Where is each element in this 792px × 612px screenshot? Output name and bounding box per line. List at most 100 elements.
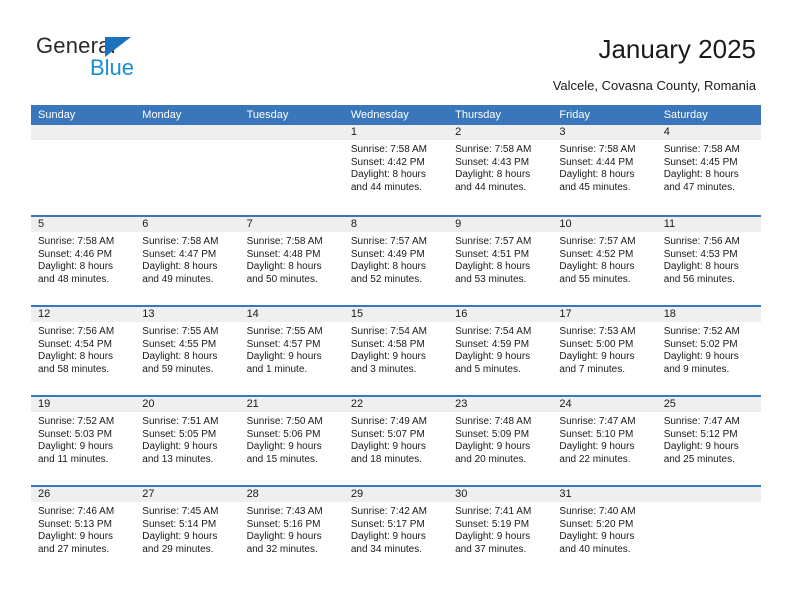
sunset-text: Sunset: 4:57 PM — [246, 338, 321, 350]
calendar-day-cell[interactable]: 25 Sunrise: 7:47 AM Sunset: 5:12 PM Dayligh… — [656, 397, 761, 485]
day-sun-info: Sunrise: 7:56 AM Sunset: 4:53 PM Daylight:… — [657, 232, 761, 286]
sunrise-text: Sunrise: 7:55 AM — [246, 326, 323, 337]
sunset-text: Sunset: 4:51 PM — [455, 248, 530, 260]
calendar-day-cell[interactable]: 31 Sunrise: 7:40 AM Sunset: 5:20 PM Dayligh… — [552, 487, 657, 575]
calendar-day-cell[interactable]: 8 Sunrise: 7:57 AM Sunset: 4:49 PM Daylight… — [343, 217, 449, 305]
sunset-text: Sunset: 4:54 PM — [38, 338, 112, 350]
calendar-day-cell[interactable]: 14 Sunrise: 7:55 AM Sunset: 4:57 PM Dayligh… — [239, 307, 344, 395]
calendar-day-cell[interactable]: 2 Sunrise: 7:58 AM Sunset: 4:43 PM Daylight… — [448, 125, 553, 215]
calendar-day-cell[interactable]: 23 Sunrise: 7:48 AM Sunset: 5:09 PM Dayligh… — [448, 397, 553, 485]
daylight-text-line2: and 11 minutes. — [38, 453, 109, 465]
calendar-day-cell[interactable]: 16 Sunrise: 7:54 AM Sunset: 4:59 PM Dayligh… — [448, 307, 553, 395]
calendar-grid: Sunday Monday Tuesday Wednesday Thursday… — [31, 105, 761, 575]
page-subtitle: Valcele, Covasna County, Romania — [552, 78, 756, 93]
daylight-text-line2: and 32 minutes. — [246, 543, 318, 555]
calendar-page: General Blue January 2025 Valcele, Covas… — [0, 0, 792, 612]
calendar-day-cell[interactable]: 22 Sunrise: 7:49 AM Sunset: 5:07 PM Dayligh… — [343, 397, 449, 485]
sunrise-text: Sunrise: 7:58 AM — [663, 144, 740, 155]
calendar-day-cell[interactable]: 11 Sunrise: 7:56 AM Sunset: 4:53 PM Dayligh… — [656, 217, 761, 305]
sunrise-text: Sunrise: 7:58 AM — [455, 144, 532, 155]
day-number — [135, 125, 240, 140]
day-sun-info: Sunrise: 7:58 AM Sunset: 4:47 PM Daylight:… — [135, 232, 239, 286]
day-number: 5 — [31, 217, 136, 232]
daylight-text-line1: Daylight: 8 hours — [38, 261, 114, 273]
daylight-text-line2: and 29 minutes. — [142, 543, 214, 555]
daylight-text-line2: and 55 minutes. — [559, 273, 631, 285]
weekday-header-saturday: Saturday — [663, 109, 708, 121]
sunrise-text: Sunrise: 7:54 AM — [350, 326, 427, 337]
weekday-header-monday: Monday — [142, 109, 182, 121]
calendar-day-cell[interactable]: 18 Sunrise: 7:52 AM Sunset: 5:02 PM Dayligh… — [656, 307, 761, 395]
calendar-day-cell[interactable]: 10 Sunrise: 7:57 AM Sunset: 4:52 PM Dayligh… — [552, 217, 657, 305]
day-sun-info: Sunrise: 7:52 AM Sunset: 5:02 PM Daylight:… — [657, 322, 761, 376]
sunset-text: Sunset: 5:13 PM — [38, 518, 112, 530]
day-sun-info: Sunrise: 7:55 AM Sunset: 4:55 PM Daylight:… — [135, 322, 239, 376]
day-sun-info: Sunrise: 7:49 AM Sunset: 5:07 PM Daylight:… — [344, 412, 448, 466]
daylight-text-line2: and 3 minutes. — [350, 363, 417, 375]
daylight-text-line2: and 25 minutes. — [663, 453, 735, 465]
calendar-day-cell[interactable]: 15 Sunrise: 7:54 AM Sunset: 4:58 PM Dayligh… — [343, 307, 449, 395]
calendar-day-cell[interactable]: 13 Sunrise: 7:55 AM Sunset: 4:55 PM Dayligh… — [135, 307, 240, 395]
calendar-day-cell[interactable]: 6 Sunrise: 7:58 AM Sunset: 4:47 PM Daylight… — [135, 217, 240, 305]
calendar-day-cell-empty — [31, 125, 136, 215]
calendar-day-cell[interactable]: 19 Sunrise: 7:52 AM Sunset: 5:03 PM Dayligh… — [31, 397, 136, 485]
calendar-week-row: 26 Sunrise: 7:46 AM Sunset: 5:13 PM Dayligh… — [31, 485, 761, 575]
general-blue-logo[interactable]: General Blue — [36, 33, 236, 85]
calendar-day-cell[interactable]: 21 Sunrise: 7:50 AM Sunset: 5:06 PM Dayligh… — [239, 397, 344, 485]
daylight-text-line2: and 9 minutes. — [663, 363, 730, 375]
page-title: January 2025 — [598, 34, 756, 64]
calendar-day-cell[interactable]: 30 Sunrise: 7:41 AM Sunset: 5:19 PM Dayligh… — [448, 487, 553, 575]
calendar-day-cell[interactable]: 24 Sunrise: 7:47 AM Sunset: 5:10 PM Dayligh… — [552, 397, 657, 485]
logo-triangle-icon — [105, 37, 131, 57]
daylight-text-line1: Daylight: 8 hours — [350, 169, 426, 181]
sunrise-text: Sunrise: 7:57 AM — [559, 236, 636, 247]
day-number: 18 — [656, 307, 761, 322]
sunrise-text: Sunrise: 7:58 AM — [142, 236, 219, 247]
calendar-day-cell[interactable]: 9 Sunrise: 7:57 AM Sunset: 4:51 PM Daylight… — [448, 217, 553, 305]
sunrise-text: Sunrise: 7:45 AM — [142, 506, 219, 517]
daylight-text-line2: and 58 minutes. — [38, 363, 110, 375]
calendar-day-cell[interactable]: 3 Sunrise: 7:58 AM Sunset: 4:44 PM Daylight… — [552, 125, 657, 215]
day-number: 11 — [656, 217, 761, 232]
calendar-day-cell[interactable]: 26 Sunrise: 7:46 AM Sunset: 5:13 PM Dayligh… — [31, 487, 136, 575]
sunset-text: Sunset: 4:48 PM — [246, 248, 321, 260]
daylight-text-line1: Daylight: 8 hours — [455, 261, 531, 273]
calendar-day-cell[interactable]: 28 Sunrise: 7:43 AM Sunset: 5:16 PM Dayligh… — [239, 487, 344, 575]
calendar-day-cell[interactable]: 20 Sunrise: 7:51 AM Sunset: 5:05 PM Dayligh… — [135, 397, 240, 485]
daylight-text-line1: Daylight: 8 hours — [455, 169, 531, 181]
calendar-day-cell[interactable]: 29 Sunrise: 7:42 AM Sunset: 5:17 PM Dayligh… — [343, 487, 449, 575]
daylight-text-line1: Daylight: 8 hours — [663, 169, 739, 181]
daylight-text-line2: and 5 minutes. — [455, 363, 521, 375]
day-number: 10 — [552, 217, 657, 232]
calendar-day-cell[interactable]: 5 Sunrise: 7:58 AM Sunset: 4:46 PM Daylight… — [31, 217, 136, 305]
daylight-text-line1: Daylight: 9 hours — [246, 531, 322, 543]
sunset-text: Sunset: 4:53 PM — [663, 248, 738, 260]
calendar-day-cell-empty — [656, 487, 761, 575]
daylight-text-line2: and 7 minutes. — [559, 363, 626, 375]
sunset-text: Sunset: 5:16 PM — [246, 518, 321, 530]
daylight-text-line1: Daylight: 9 hours — [559, 351, 635, 363]
calendar-week-row: 12 Sunrise: 7:56 AM Sunset: 4:54 PM Dayligh… — [31, 305, 761, 395]
sunset-text: Sunset: 4:55 PM — [142, 338, 217, 350]
calendar-day-cell[interactable]: 17 Sunrise: 7:53 AM Sunset: 5:00 PM Dayligh… — [552, 307, 657, 395]
sunset-text: Sunset: 5:14 PM — [142, 518, 217, 530]
page-header: General Blue January 2025 Valcele, Covas… — [0, 0, 792, 104]
day-sun-info: Sunrise: 7:58 AM Sunset: 4:48 PM Daylight:… — [240, 232, 344, 286]
sunrise-text: Sunrise: 7:41 AM — [455, 506, 532, 517]
calendar-day-cell[interactable]: 27 Sunrise: 7:45 AM Sunset: 5:14 PM Dayligh… — [135, 487, 240, 575]
calendar-day-cell[interactable]: 12 Sunrise: 7:56 AM Sunset: 4:54 PM Dayligh… — [31, 307, 136, 395]
daylight-text-line1: Daylight: 9 hours — [663, 441, 739, 453]
daylight-text-line2: and 27 minutes. — [38, 543, 110, 555]
sunrise-text: Sunrise: 7:58 AM — [38, 236, 115, 247]
sunrise-text: Sunrise: 7:53 AM — [559, 326, 636, 337]
calendar-day-cell[interactable]: 4 Sunrise: 7:58 AM Sunset: 4:45 PM Daylight… — [656, 125, 761, 215]
sunrise-text: Sunrise: 7:51 AM — [142, 416, 219, 427]
daylight-text-line1: Daylight: 9 hours — [246, 441, 322, 453]
daylight-text-line1: Daylight: 9 hours — [559, 441, 635, 453]
calendar-day-cell[interactable]: 7 Sunrise: 7:58 AM Sunset: 4:48 PM Daylight… — [239, 217, 344, 305]
sunset-text: Sunset: 5:12 PM — [663, 428, 738, 440]
calendar-week-row: 19 Sunrise: 7:52 AM Sunset: 5:03 PM Dayligh… — [31, 395, 761, 485]
daylight-text-line2: and 1 minute. — [246, 363, 308, 375]
calendar-day-cell[interactable]: 1 Sunrise: 7:58 AM Sunset: 4:42 PM Daylight… — [343, 125, 449, 215]
sunset-text: Sunset: 5:10 PM — [559, 428, 634, 440]
